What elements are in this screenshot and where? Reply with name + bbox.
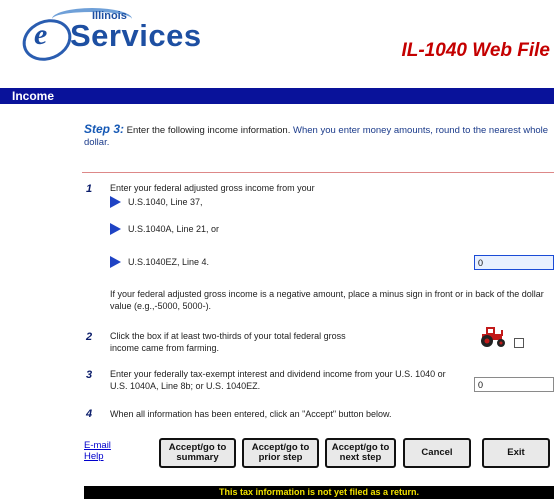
item-1-text: Enter your federal adjusted gross income…	[110, 183, 315, 193]
negative-amount-note: If your federal adjusted gross income is…	[110, 289, 544, 311]
item-1-option-1040: U.S.1040, Line 37,	[128, 197, 203, 207]
cancel-button[interactable]: Cancel	[403, 438, 471, 468]
form-panel: e Illinois Services IL-1040 Web File Inc…	[0, 0, 554, 499]
not-filed-notice: This tax information is not yet filed as…	[84, 486, 554, 499]
section-title: Income	[12, 89, 55, 103]
item-4-text: When all information has been entered, c…	[110, 409, 392, 419]
item-3-text: Enter your federally tax-exempt interest…	[110, 369, 446, 391]
section-title-bar: Income	[0, 88, 554, 104]
item-1-number: 1	[86, 183, 93, 195]
accept-go-to-next-step-button[interactable]: Accept/go to next step	[325, 438, 396, 468]
arrow-icon	[110, 196, 121, 208]
exit-button[interactable]: Exit	[482, 438, 550, 468]
help-link[interactable]: Help	[84, 451, 111, 462]
email-link[interactable]: E-mail	[84, 440, 111, 451]
accept-go-to-prior-step-button[interactable]: Accept/go to prior step	[242, 438, 319, 468]
help-links: E-mail Help	[84, 440, 111, 462]
item-3-number: 3	[86, 369, 93, 381]
tractor-icon	[481, 327, 505, 347]
logo-e-letter: e	[34, 18, 48, 51]
step-label: Step 3:	[84, 122, 125, 136]
tax-exempt-interest-input[interactable]	[474, 377, 554, 392]
arrow-icon	[110, 223, 121, 235]
page-header: e Illinois Services IL-1040 Web File	[0, 0, 554, 68]
arrow-icon	[110, 256, 121, 268]
divider-line	[82, 172, 554, 173]
logo-services-text: Services	[70, 18, 202, 53]
item-2-number: 2	[86, 331, 93, 343]
item-4-number: 4	[86, 408, 93, 420]
item-1-option-1040a: U.S.1040A, Line 21, or	[128, 224, 220, 234]
farming-checkbox[interactable]	[514, 338, 524, 348]
step-instructions: Step 3: Enter the following income infor…	[84, 123, 554, 149]
federal-agi-input[interactable]	[474, 255, 554, 270]
item-1-option-1040ez: U.S.1040EZ, Line 4.	[128, 257, 210, 267]
item-2-text: Click the box if at least two-thirds of …	[110, 331, 346, 353]
accept-go-to-summary-button[interactable]: Accept/go to summary	[159, 438, 236, 468]
form-title: IL-1040 Web File	[401, 40, 550, 61]
step-instruction-text: Enter the following income information.	[124, 125, 293, 136]
eservices-logo: e Illinois Services	[16, 6, 201, 68]
